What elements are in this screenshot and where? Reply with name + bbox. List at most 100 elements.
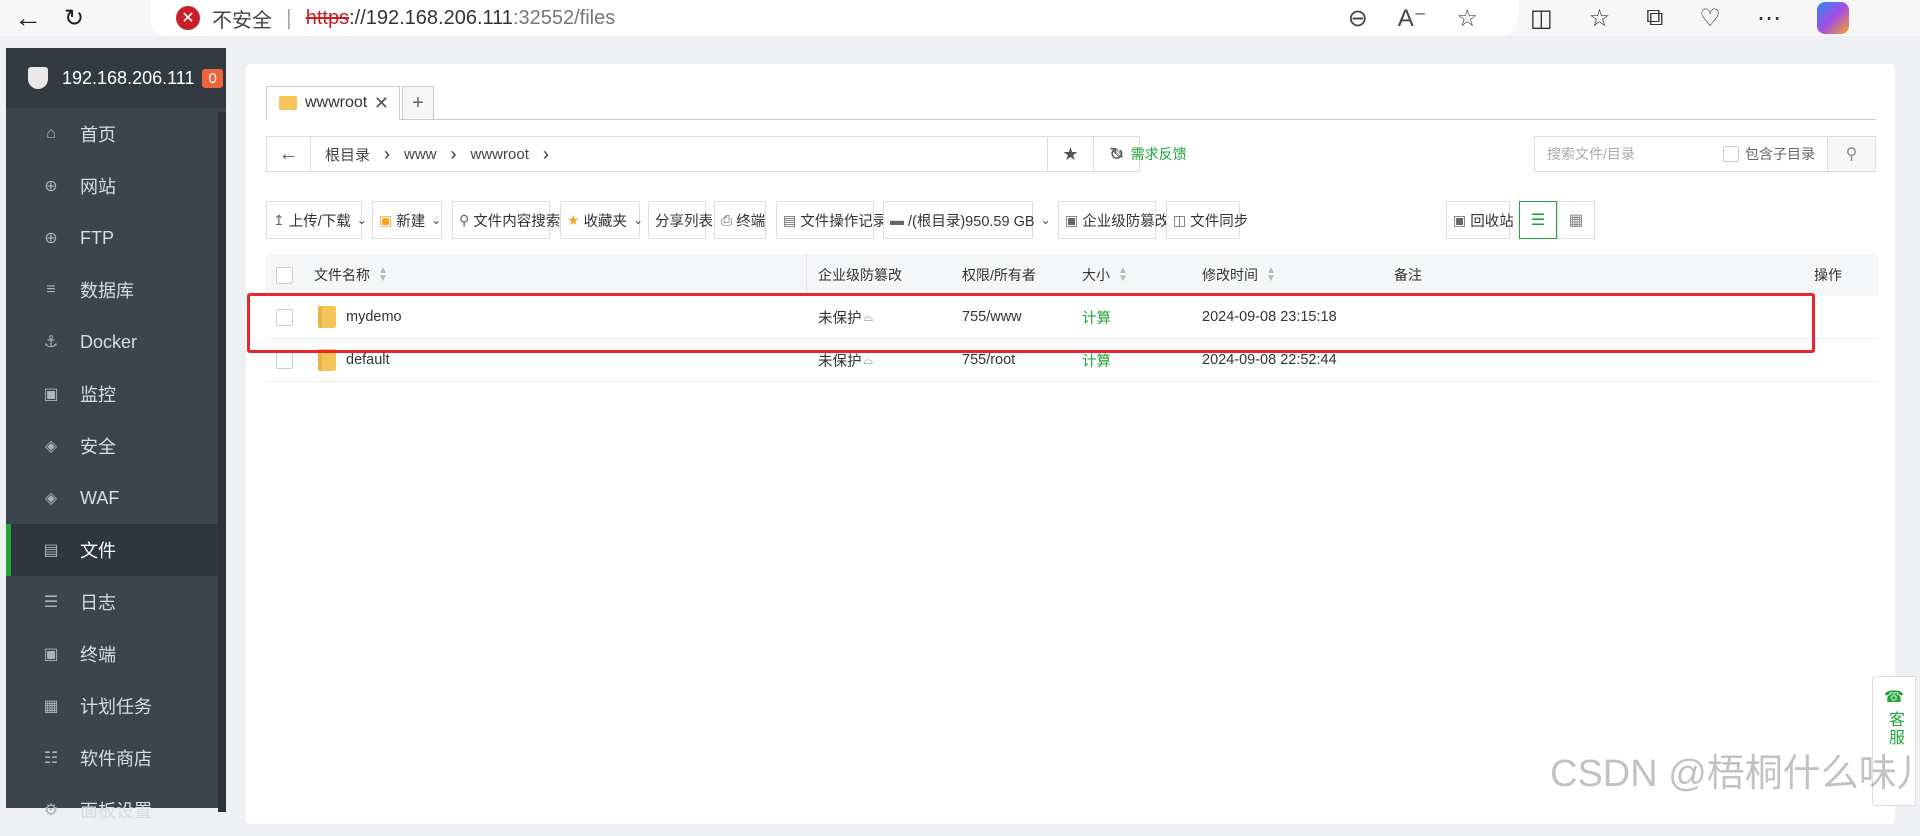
copilot-icon[interactable]: [1816, 2, 1849, 34]
sidebar-item-8[interactable]: ▤ 文件: [6, 524, 226, 576]
shield-icon: ◈: [44, 438, 58, 455]
tab-label: wwwroot: [305, 94, 368, 111]
chevron-down-icon: ⌄: [633, 213, 644, 227]
search-input[interactable]: 搜索文件/目录: [1535, 144, 1723, 164]
back-arrow-icon[interactable]: ←: [10, 0, 46, 36]
trash-icon: ▣: [1453, 211, 1467, 228]
sidebar-item-3[interactable]: ≡ 数据库: [6, 264, 226, 316]
sync-icon: ◫: [1173, 211, 1187, 228]
chevron-down-icon: ⌄: [431, 213, 442, 227]
collections-icon[interactable]: ⧉: [1646, 4, 1663, 32]
zoom-out-icon[interactable]: ⊖: [1348, 4, 1368, 33]
close-icon[interactable]: ✕: [374, 93, 389, 114]
recycle-bin-button[interactable]: ▣ 回收站: [1446, 201, 1514, 239]
col-name[interactable]: 文件名称 ▲ ▼: [314, 265, 388, 285]
grid-view-icon[interactable]: ▦: [1557, 201, 1595, 239]
disk-selector[interactable]: ▬/(根目录)950.59 GB ⌄: [883, 201, 1051, 239]
sidebar-item-6[interactable]: ◈ 安全: [6, 420, 226, 472]
sort-icon: ▲ ▼: [1118, 265, 1128, 284]
red-highlight-box: [247, 293, 1815, 353]
select-all-checkbox[interactable]: [276, 266, 293, 284]
sidebar-item-label: 网站: [80, 177, 116, 197]
unlock-icon[interactable]: ⌓: [864, 353, 874, 368]
sidebar-item-0[interactable]: ⌂ 首页: [6, 108, 226, 160]
favorite-star-icon[interactable]: ★: [1048, 136, 1094, 172]
sidebar-item-12[interactable]: ☷ 软件商店: [6, 732, 226, 784]
col-mtime[interactable]: 修改时间 ▲ ▼: [1202, 265, 1276, 285]
sidebar-item-label: 日志: [80, 593, 116, 613]
insecure-warning-icon[interactable]: ✕: [176, 6, 200, 30]
share-list-button[interactable]: 分享列表: [648, 201, 713, 239]
refresh-icon[interactable]: ↻: [56, 0, 92, 36]
sidebar-item-label: 安全: [80, 437, 116, 457]
sidebar-item-1[interactable]: ⊕ 网站: [6, 160, 226, 212]
sidebar-item-5[interactable]: ▣ 监控: [6, 368, 226, 420]
panel-logo-icon: [28, 67, 48, 89]
sidebar-item-10[interactable]: ▣ 终端: [6, 628, 226, 680]
sidebar-item-11[interactable]: ▦ 计划任务: [6, 680, 226, 732]
address-bar[interactable]: ✕ 不安全 | https://192.168.206.111:32552/fi…: [150, 0, 1518, 36]
sidebar-item-4[interactable]: ⚓ Docker: [6, 316, 226, 368]
file-sync-button[interactable]: ◫ 文件同步: [1166, 201, 1248, 239]
upload-download-button[interactable]: ↥ 上传/下载 ⌄: [266, 201, 367, 239]
sidebar-item-2[interactable]: ⊕ FTP: [6, 212, 226, 264]
row-checkbox[interactable]: [276, 351, 293, 369]
sidebar-item-label: FTP: [80, 227, 114, 248]
chevron-right-icon: ›: [542, 143, 549, 164]
globe-icon: ⊕: [44, 178, 58, 195]
favorites-button[interactable]: ★ 收藏夹 ⌄: [560, 201, 644, 239]
file-name[interactable]: default: [346, 352, 390, 368]
split-screen-icon[interactable]: ◫: [1530, 4, 1553, 33]
sidebar-item-13[interactable]: ⚙ 面板设置: [6, 784, 226, 836]
crumb-wwwroot[interactable]: wwwroot ›: [471, 144, 549, 165]
terminal-button[interactable]: ⎙ 终端: [714, 201, 766, 239]
crumb-root[interactable]: 根目录 ›: [325, 144, 390, 165]
sidebar-scrollbar[interactable]: [218, 112, 226, 812]
new-button[interactable]: ▣ 新建 ⌄: [372, 201, 442, 239]
col-size[interactable]: 大小 ▲ ▼: [1082, 265, 1128, 285]
sidebar-item-label: 文件: [80, 541, 116, 561]
health-icon[interactable]: ♡: [1699, 4, 1721, 33]
read-aloud-icon[interactable]: A⁻: [1398, 4, 1427, 33]
col-permission: 权限/所有者: [962, 267, 1036, 283]
sidebar-item-label: 软件商店: [80, 749, 152, 769]
browser-toolbar: ← ↻ ✕ 不安全 | https://192.168.206.111:3255…: [0, 0, 1920, 36]
more-menu-icon[interactable]: ⋯: [1757, 4, 1781, 33]
alert-badge[interactable]: 0: [202, 68, 223, 88]
column-divider: [806, 254, 807, 296]
feedback-link[interactable]: ✎ 需求反馈: [1112, 144, 1187, 164]
modified-time: 2024-09-08 22:52:44: [1202, 352, 1337, 368]
server-header[interactable]: 192.168.206.111 0: [6, 48, 226, 108]
sort-icon: ▲ ▼: [378, 265, 388, 284]
add-tab-button[interactable]: +: [402, 86, 434, 120]
file-tabs: wwwroot ✕ +: [266, 84, 1876, 120]
sidebar-item-label: 数据库: [80, 281, 134, 301]
include-subdir-checkbox[interactable]: [1723, 146, 1739, 162]
sidebar-item-7[interactable]: ◈ WAF: [6, 472, 226, 524]
permission-owner[interactable]: 755/root: [962, 352, 1015, 368]
disk-icon: ▬: [890, 212, 904, 228]
edit-icon: ✎: [1112, 146, 1125, 163]
table-header: 文件名称 ▲ ▼ 企业级防篡改 权限/所有者 大小 ▲ ▼ 修改时间 ▲ ▼ 备注 操作: [266, 254, 1878, 296]
list-view-icon[interactable]: ☰: [1519, 201, 1557, 239]
sidebar-item-label: WAF: [80, 487, 120, 508]
col-note: 备注: [1394, 267, 1422, 283]
file-search: 搜索文件/目录 包含子目录 ⚲: [1534, 136, 1876, 172]
operation-log-button[interactable]: ▤ 文件操作记录: [776, 201, 887, 239]
crumb-www[interactable]: www ›: [404, 144, 457, 165]
tamper-protection-button[interactable]: ▣ 企业级防篡改: [1058, 201, 1169, 239]
sidebar-item-9[interactable]: ☰ 日志: [6, 576, 226, 628]
content-search-button[interactable]: ⚲ 文件内容搜索: [452, 201, 560, 239]
terminal-icon: ▣: [43, 646, 59, 663]
search-icon[interactable]: ⚲: [1827, 137, 1875, 171]
favorite-star-icon[interactable]: ☆: [1456, 4, 1478, 33]
tab-wwwroot[interactable]: wwwroot ✕: [266, 86, 400, 120]
folder-icon: ▤: [43, 542, 59, 559]
back-icon[interactable]: ←: [267, 137, 311, 171]
col-tamper: 企业级防篡改: [818, 267, 902, 283]
favorites-icon[interactable]: ☆: [1589, 4, 1611, 33]
calendar-icon: ▦: [43, 698, 59, 715]
grid-icon: ☷: [43, 750, 59, 767]
chevron-right-icon: ›: [450, 143, 457, 164]
star-icon: ★: [567, 211, 580, 228]
